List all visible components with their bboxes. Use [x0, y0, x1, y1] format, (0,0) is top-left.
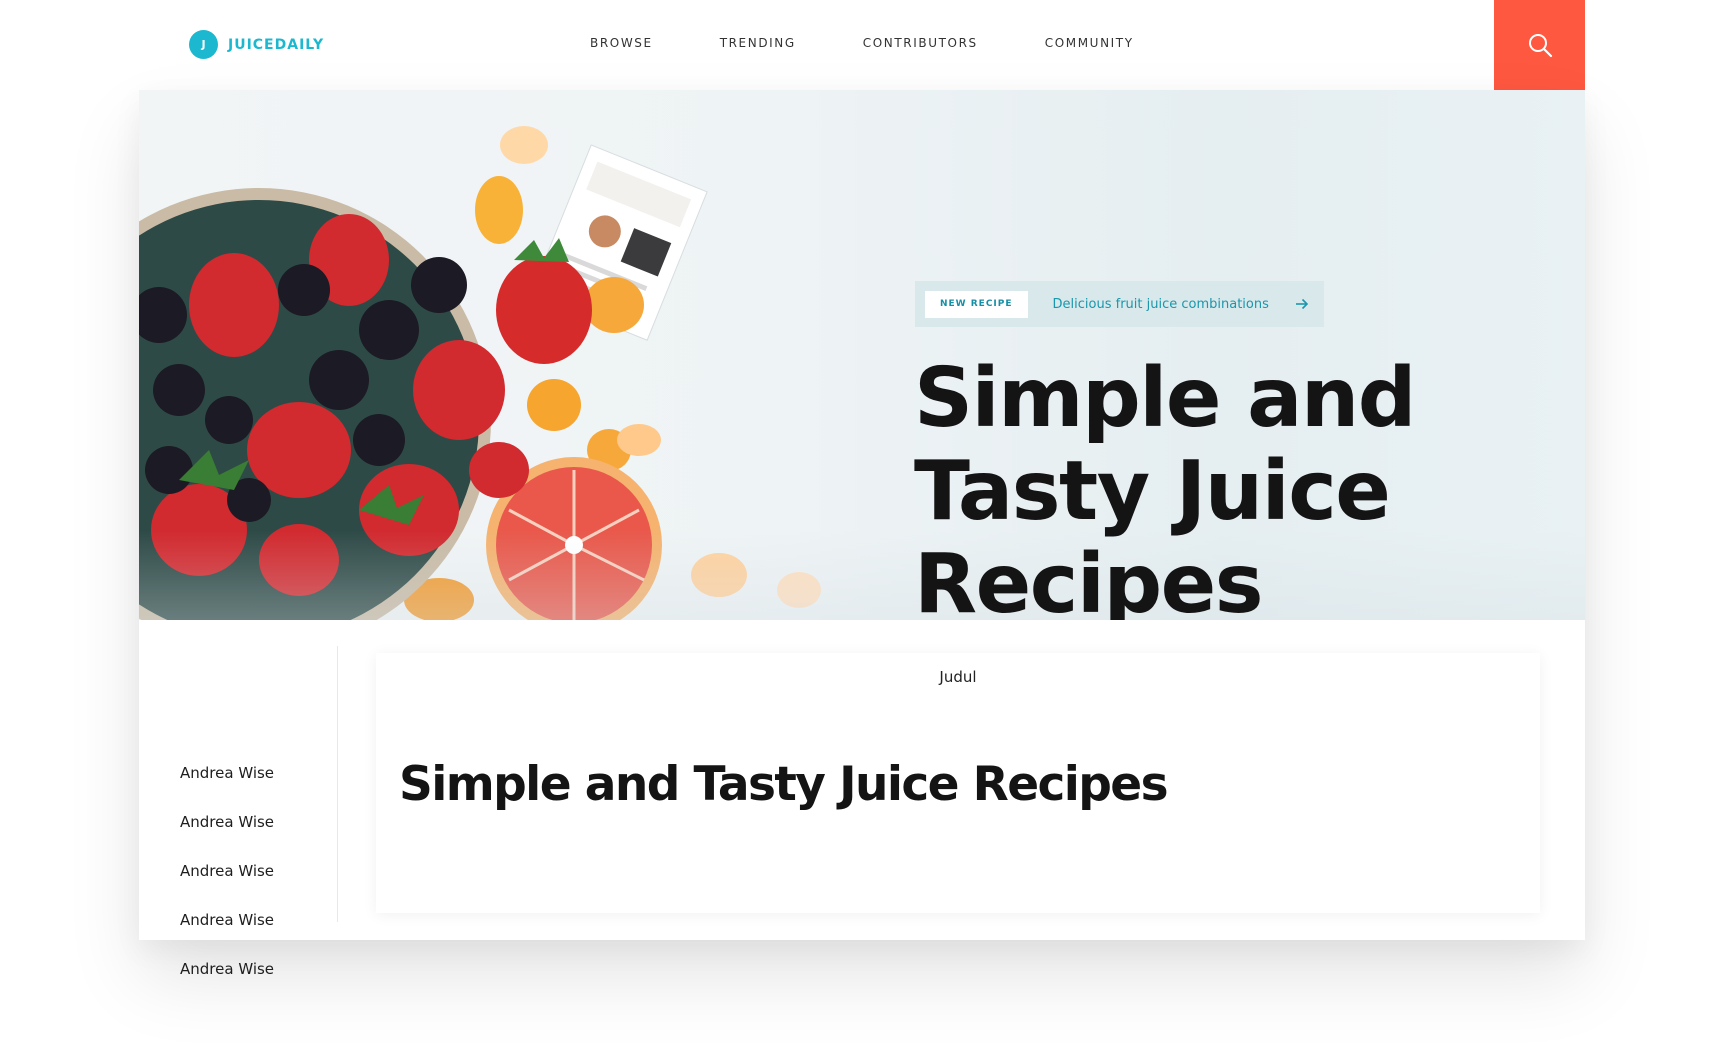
site-header: J JUICEDAILY BROWSE TRENDING CONTRIBUTOR… — [0, 0, 1716, 90]
search-button[interactable] — [1494, 0, 1585, 90]
nav-community[interactable]: COMMUNITY — [1045, 36, 1134, 50]
featured-card: NEW RECIPE Delicious fruit juice combina… — [139, 90, 1585, 978]
main-nav: BROWSE TRENDING CONTRIBUTORS COMMUNITY — [590, 36, 1201, 50]
hero-banner: NEW RECIPE Delicious fruit juice combina… — [139, 90, 1585, 620]
sidebar-item[interactable]: Andrea Wise — [180, 862, 274, 880]
sidebar-item[interactable]: Andrea Wise — [180, 813, 274, 831]
hero-title-line: Tasty Juice — [914, 444, 1391, 539]
hero-title: Simple and Tasty Juice Recipes — [914, 352, 1434, 620]
logo-text: JUICEDAILY — [228, 36, 325, 53]
new-recipe-banner[interactable]: NEW RECIPE Delicious fruit juice combina… — [915, 281, 1324, 327]
content-title: Simple and Tasty Juice Recipes — [399, 757, 1169, 812]
logo-mark: J — [189, 30, 218, 59]
nav-contributors[interactable]: CONTRIBUTORS — [863, 36, 978, 50]
sidebar-item[interactable]: Andrea Wise — [180, 911, 274, 929]
sidebar-item[interactable]: Andrea Wise — [180, 764, 274, 782]
new-recipe-tag: NEW RECIPE — [925, 290, 1028, 318]
nav-browse[interactable]: BROWSE — [590, 36, 653, 50]
hero-title-line: Recipes — [914, 537, 1264, 620]
sidebar-item[interactable]: Andrea Wise — [180, 960, 274, 978]
hero-title-line: Simple and — [914, 351, 1416, 446]
author-sidebar: Andrea Wise Andrea Wise Andrea Wise Andr… — [139, 646, 338, 978]
search-icon — [1528, 34, 1552, 58]
content-label: Judul — [939, 668, 977, 686]
nav-trending[interactable]: TRENDING — [720, 36, 796, 50]
arrow-right-icon — [1295, 298, 1309, 310]
logo[interactable]: J JUICEDAILY — [189, 30, 324, 59]
new-recipe-text: Delicious fruit juice combinations — [1052, 296, 1269, 312]
content-panel: Judul Simple and Tasty Juice Recipes — [376, 653, 1540, 913]
